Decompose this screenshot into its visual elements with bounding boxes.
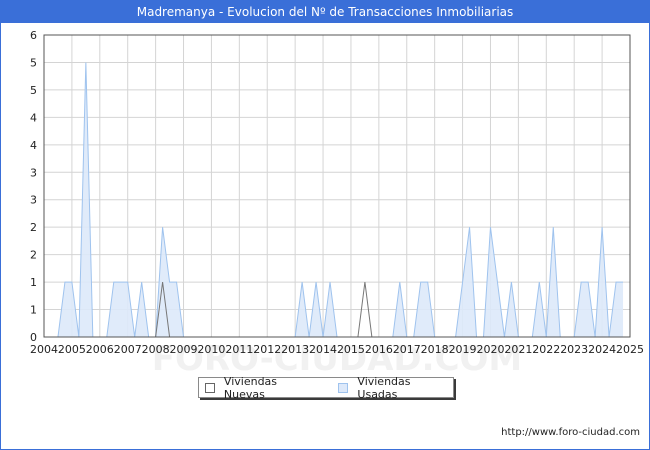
x-tick-label: 2014	[309, 343, 337, 356]
legend-label-nuevas: Viviendas Nuevas	[223, 374, 278, 401]
x-tick-label: 2008	[142, 343, 170, 356]
x-tick-label: 2004	[30, 343, 58, 356]
x-tick-label: 2021	[504, 343, 532, 356]
x-tick-label: 2010	[197, 343, 225, 356]
y-tick-label: 5	[30, 56, 37, 69]
y-tick-label: 6	[30, 29, 37, 42]
legend-label-usadas: Viviendas Usadas	[357, 374, 411, 401]
y-tick-label: 5	[30, 84, 37, 97]
x-tick-label: 2009	[170, 343, 198, 356]
x-tick-label: 2013	[281, 343, 309, 356]
x-tick-label: 2012	[253, 343, 281, 356]
y-tick-label: 4	[30, 111, 37, 124]
legend-swatch-nuevas	[205, 382, 215, 393]
plot-area	[43, 34, 631, 338]
x-tick-label: 2019	[449, 343, 477, 356]
x-tick-label: 2018	[421, 343, 449, 356]
x-tick-label: 2017	[393, 343, 421, 356]
y-tick-label: 4	[30, 139, 37, 152]
x-tick-label: 2023	[560, 343, 588, 356]
y-tick-label: 1	[30, 304, 37, 317]
y-tick-label: 2	[30, 221, 37, 234]
x-tick-label: 2024	[588, 343, 616, 356]
x-tick-label: 2022	[532, 343, 560, 356]
legend-item-nuevas: Viviendas Nuevas	[205, 375, 320, 401]
x-tick-label: 2011	[225, 343, 253, 356]
x-tick-label: 2025	[616, 343, 644, 356]
legend-swatch-usadas	[338, 382, 349, 393]
legend-item-usadas: Viviendas Usadas	[338, 375, 453, 401]
footer-url[interactable]: http://www.foro-ciudad.com	[501, 427, 640, 438]
x-tick-label: 2020	[476, 343, 504, 356]
y-tick-label: 2	[30, 249, 37, 262]
y-tick-label: 3	[30, 166, 37, 179]
x-tick-label: 2005	[58, 343, 86, 356]
x-tick-label: 2006	[86, 343, 114, 356]
x-tick-label: 2016	[365, 343, 393, 356]
y-tick-label: 3	[30, 194, 37, 207]
x-tick-label: 2015	[337, 343, 365, 356]
x-tick-label: 2007	[114, 343, 142, 356]
y-tick-label: 1	[30, 276, 37, 289]
chart-legend: Viviendas Nuevas Viviendas Usadas	[198, 375, 454, 401]
